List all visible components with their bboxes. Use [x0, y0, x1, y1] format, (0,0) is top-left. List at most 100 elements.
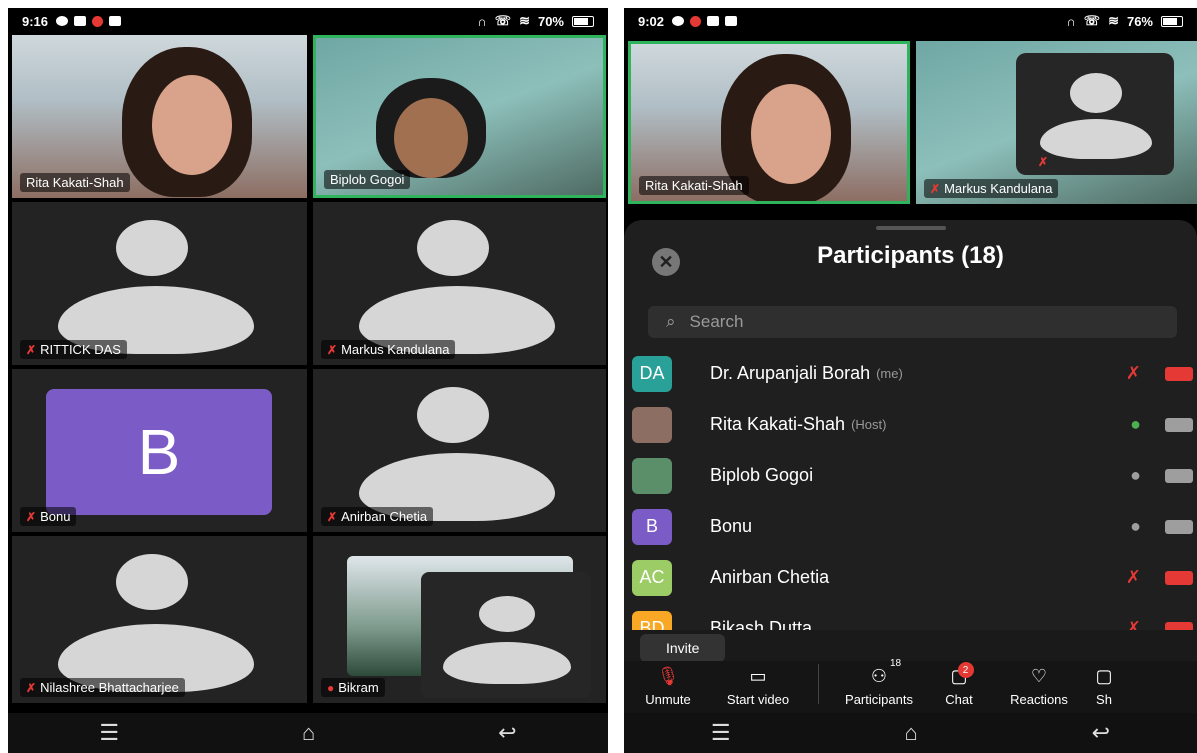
participants-button[interactable]: ⚇ 18 Participants — [829, 658, 929, 707]
participant-role-tag: (Host) — [851, 417, 887, 432]
video-tile-anirban[interactable]: ✗ Anirban Chetia — [313, 369, 606, 532]
sheet-drag-handle[interactable] — [875, 226, 946, 230]
video-icon — [1165, 468, 1193, 483]
participant-row[interactable]: AC Anirban Chetia ✗ — [624, 552, 1197, 603]
mic-muted-icon: ✗ — [327, 509, 338, 524]
participant-row[interactable]: BD Bikash Dutta ✗ — [624, 603, 1197, 630]
recent-apps-icon[interactable]: ☰ — [711, 720, 731, 746]
tile-name: Rita Kakati-Shah — [26, 175, 124, 190]
gmail-icon — [707, 16, 720, 26]
video-icon — [109, 16, 122, 26]
tile-name-label: Biplob Gogoi — [324, 170, 411, 189]
mic-muted-icon: ✗ — [26, 680, 37, 695]
video-icon — [1165, 417, 1193, 432]
wifi-icon: ≋ — [1108, 13, 1119, 28]
video-off-icon — [1165, 570, 1193, 585]
chat-label: Chat — [945, 692, 973, 707]
avatar-placeholder-head — [417, 387, 489, 443]
video-tile-rita[interactable]: Rita Kakati-Shah — [12, 35, 307, 198]
tile-name-label: Rita Kakati-Shah — [639, 176, 749, 195]
video-tile-nilashree[interactable]: ✗ Nilashree Bhattacharjee — [12, 536, 307, 703]
participant-avatar: B — [632, 508, 672, 545]
meeting-toolbar: 🎙 Unmute ▭ Start video ⚇ 18 Participants … — [624, 658, 1197, 713]
participant-name: Dr. Arupanjali Borah — [710, 363, 871, 383]
call-icon: ☏ — [1083, 13, 1101, 28]
participant-name: Rita Kakati-Shah — [710, 414, 846, 434]
status-bar: 9:16 ∩ ☏ ≋ 70% — [8, 8, 608, 34]
recent-apps-icon[interactable]: ☰ — [99, 720, 119, 746]
video-tile-markus[interactable]: ✗ ✗ Markus Kandulana — [916, 41, 1197, 204]
invite-button[interactable]: Invite — [640, 634, 726, 662]
avatar-placeholder-head — [116, 554, 188, 610]
status-time: 9:16 — [22, 13, 49, 29]
battery-level: 76% — [1126, 13, 1153, 29]
headphones-icon: ∩ — [477, 13, 487, 29]
participant-row[interactable]: B Bonu ● — [624, 501, 1197, 552]
participant-row[interactable]: Biplob Gogoi ● — [624, 450, 1197, 501]
avatar-placeholder-head — [479, 596, 535, 632]
mic-muted-icon: ✗ — [26, 342, 37, 357]
initial-avatar: B — [46, 389, 272, 515]
start-video-button[interactable]: ▭ Start video — [708, 666, 808, 707]
reactions-button[interactable]: ♡ Reactions — [989, 666, 1089, 707]
tile-name-label: ✗ RITTICK DAS — [20, 340, 127, 359]
reactions-label: Reactions — [1010, 692, 1068, 707]
tile-name: Biplob Gogoi — [330, 172, 405, 187]
search-placeholder: Search — [689, 312, 744, 331]
participant-row[interactable]: Rita Kakati-Shah (Host) ● — [624, 399, 1197, 450]
avatar-placeholder-body — [1040, 119, 1152, 159]
tile-name: Anirban Chetia — [341, 509, 428, 524]
back-icon[interactable]: ↩ — [1092, 720, 1110, 746]
sheet-title: Participants (18) — [817, 242, 1004, 269]
mic-muted-icon: ✗ — [1038, 155, 1049, 169]
video-tile-bonu[interactable]: B ✗ Bonu — [12, 369, 307, 532]
right-phone-screen: 9:02 ∩ ☏ ≋ 76% Rita Kakati-Shah ✗ ✗ Marku… — [624, 8, 1197, 753]
home-icon[interactable]: ⌂ — [905, 720, 918, 746]
chat-icon: ▢ 2 — [950, 662, 974, 688]
participant-face — [152, 75, 232, 175]
avatar-placeholder-body — [443, 642, 571, 684]
whatsapp-icon — [56, 16, 69, 26]
video-tile-bikram[interactable]: ● Bikram — [313, 536, 606, 703]
home-icon[interactable]: ⌂ — [302, 720, 315, 746]
participant-avatar — [632, 457, 672, 494]
tile-name: Rita Kakati-Shah — [645, 178, 743, 193]
mic-active-icon: ● — [1130, 414, 1141, 434]
video-tile-rita[interactable]: Rita Kakati-Shah — [628, 41, 910, 204]
video-tile-biplob[interactable]: Biplob Gogoi — [313, 35, 606, 198]
self-view-overlay[interactable] — [421, 572, 591, 698]
participant-avatar — [632, 406, 672, 443]
tile-name-label: ✗ Markus Kandulana — [924, 179, 1059, 198]
status-bar: 9:02 ∩ ☏ ≋ 76% — [624, 8, 1197, 34]
mic-muted-icon: ✗ — [1125, 567, 1141, 587]
video-tile-rittick[interactable]: ✗ RITTICK DAS — [12, 202, 307, 365]
tile-name: Nilashree Bhattacharjee — [40, 680, 179, 695]
jio-icon — [690, 15, 702, 27]
search-icon: ⌕ — [666, 312, 676, 331]
chat-button[interactable]: ▢ 2 Chat — [929, 662, 989, 707]
avatar-placeholder-head — [417, 220, 489, 276]
back-icon[interactable]: ↩ — [498, 720, 516, 746]
participants-sheet: ✕ Participants (18) ⌕ Search DA Dr. Arupa… — [624, 220, 1197, 713]
battery-icon — [1161, 15, 1183, 27]
chat-app-icon — [672, 16, 685, 26]
share-button[interactable]: ▢ Sh — [1089, 666, 1119, 707]
avatar-placeholder-head — [116, 220, 188, 276]
participants-list[interactable]: DA Dr. Arupanjali Borah (me) ✗ Rita Kakati-S… — [624, 348, 1197, 630]
tile-name-label: ✗ Anirban Chetia — [321, 507, 434, 526]
participant-name: Bonu — [710, 516, 753, 536]
toolbar-divider — [818, 664, 819, 704]
battery-level: 70% — [537, 13, 564, 29]
unmute-label: Unmute — [645, 692, 691, 707]
tile-name: Markus Kandulana — [341, 342, 450, 357]
search-input[interactable]: ⌕ Search — [648, 306, 1177, 338]
unmute-button[interactable]: 🎙 Unmute — [628, 666, 708, 707]
participant-row[interactable]: DA Dr. Arupanjali Borah (me) ✗ — [624, 348, 1197, 399]
participant-face — [751, 84, 831, 184]
avatar-card: ✗ — [1016, 53, 1174, 175]
android-nav-bar: ☰ ⌂ ↩ — [624, 713, 1197, 753]
mic-muted-icon: ✗ — [1125, 363, 1141, 383]
participant-name: Biplob Gogoi — [710, 465, 814, 485]
participant-face — [394, 98, 468, 178]
video-tile-markus[interactable]: ✗ Markus Kandulana — [313, 202, 606, 365]
